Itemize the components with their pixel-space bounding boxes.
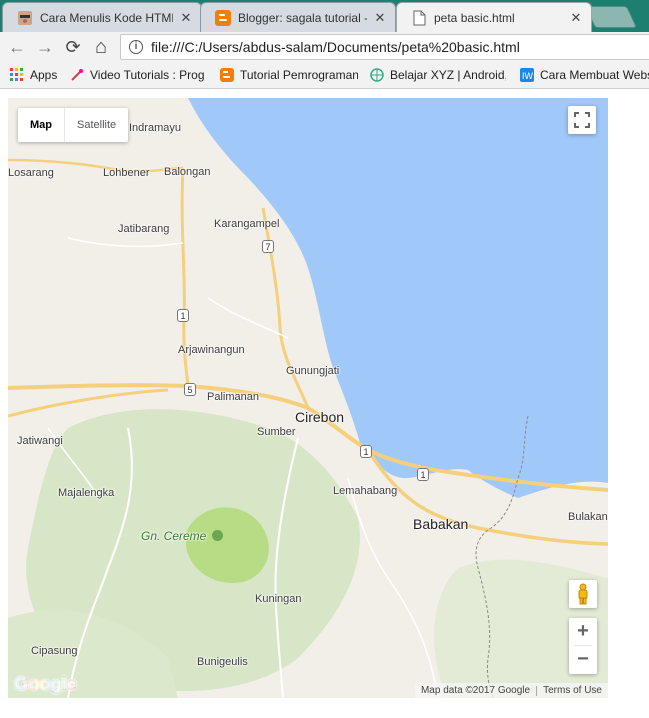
browser-toolbar: ← → ⟳ ⌂ i file:///C:/Users/abdus-salam/D… xyxy=(0,32,649,62)
place-label: Arjawinangun xyxy=(178,344,245,356)
avatar-icon xyxy=(17,10,33,26)
place-label: Kuningan xyxy=(255,593,302,605)
tab-blogger[interactable]: Blogger: sagala tutorial - ✕ xyxy=(200,2,396,32)
tab-peta-basic[interactable]: peta basic.html ✕ xyxy=(396,2,592,32)
google-logo[interactable]: Google xyxy=(14,674,77,696)
bookmark-label: Belajar XYZ | Android, xyxy=(390,68,506,82)
place-label: Balongan xyxy=(164,166,211,178)
road-shield: 1 xyxy=(417,468,429,481)
address-bar[interactable]: i file:///C:/Users/abdus-salam/Documents… xyxy=(120,34,649,60)
close-tab-icon[interactable]: ✕ xyxy=(179,10,193,26)
zoom-in-button[interactable]: + xyxy=(569,618,597,645)
attribution-text: Map data ©2017 Google xyxy=(420,685,531,696)
bookmark-belajar-xyz[interactable]: Belajar XYZ | Android, xyxy=(370,66,506,84)
place-label: Bunigeulis xyxy=(197,656,248,668)
place-label: Lohbener xyxy=(103,167,150,179)
bookmark-label: Cara Membuat Webs xyxy=(540,68,649,82)
road-shield: 5 xyxy=(184,383,196,396)
bookmarks-bar: Apps Video Tutorials : Prog Tutorial Pem… xyxy=(0,62,649,89)
forward-button[interactable]: → xyxy=(34,36,56,58)
zoom-control: + − xyxy=(569,618,597,674)
fullscreen-button[interactable] xyxy=(568,106,596,134)
google-logo-text: Google xyxy=(14,674,77,695)
map-type-control: Map Satellite xyxy=(18,108,129,142)
road-shield: 7 xyxy=(262,240,274,253)
fullscreen-icon xyxy=(574,112,590,128)
svg-text:IW: IW xyxy=(522,71,534,81)
blogger-icon xyxy=(215,9,231,26)
tab-cara-menulis[interactable]: Cara Menulis Kode HTML ✕ xyxy=(2,2,202,32)
road-shield: 1 xyxy=(177,309,189,322)
place-label: Indramayu xyxy=(129,122,181,134)
apps-grid-icon xyxy=(10,68,23,81)
reload-button[interactable]: ⟳ xyxy=(62,36,84,58)
bookmark-label: Apps xyxy=(30,68,58,82)
tab-strip: Cara Menulis Kode HTML ✕ Blogger: sagala… xyxy=(0,0,649,32)
place-label: Jatiwangi xyxy=(17,435,63,447)
tab-title: Blogger: sagala tutorial - xyxy=(238,10,367,25)
place-label: Bulakan xyxy=(568,511,608,523)
road-shield: 1 xyxy=(360,445,372,458)
bookmark-video-tutorials[interactable]: Video Tutorials : Prog xyxy=(70,66,208,84)
peak-label: Gn. Cereme xyxy=(141,529,207,543)
back-button[interactable]: ← xyxy=(6,36,28,58)
blogger-icon xyxy=(220,68,234,82)
map-type-satellite-button[interactable]: Satellite xyxy=(65,108,128,142)
map-attribution: Map data ©2017 Google Terms of Use xyxy=(414,683,608,698)
tab-title: peta basic.html xyxy=(434,10,515,25)
place-label: Karangampel xyxy=(214,218,280,230)
map-canvas[interactable]: Indramayu Losarang Lohbener Balongan Kar… xyxy=(8,98,608,698)
place-label: Jatibarang xyxy=(118,223,170,235)
bookmark-label: Video Tutorials : Prog xyxy=(90,68,205,82)
place-label: Gunungjati xyxy=(286,365,340,377)
attribution-divider xyxy=(536,685,538,696)
place-label: Palimanan xyxy=(207,391,259,403)
place-label: Losarang xyxy=(8,167,54,179)
place-label: Lemahabang xyxy=(333,485,398,497)
place-label: Cirebon xyxy=(295,409,345,425)
mountain-icon xyxy=(212,530,223,541)
bookmark-label: Tutorial Pemrograman xyxy=(240,68,358,82)
globe-icon xyxy=(370,68,384,82)
bookmark-apps[interactable]: Apps xyxy=(10,66,65,84)
bookmark-icon: IW xyxy=(520,68,534,82)
map-tiles xyxy=(8,98,608,698)
video-tutorial-icon xyxy=(71,69,83,81)
pegman-icon xyxy=(578,583,588,605)
street-view-pegman[interactable] xyxy=(569,580,597,608)
home-button[interactable]: ⌂ xyxy=(90,36,112,58)
bookmark-tutorial-pemrograman[interactable]: Tutorial Pemrograman xyxy=(220,66,358,84)
bookmark-cara-membuat[interactable]: IW Cara Membuat Webs xyxy=(520,66,649,84)
map-type-map-button[interactable]: Map xyxy=(18,108,65,142)
page-icon xyxy=(411,10,427,26)
place-label: Majalengka xyxy=(58,487,115,499)
terms-link[interactable]: Terms of Use xyxy=(543,685,602,696)
info-icon[interactable]: i xyxy=(129,40,143,54)
address-url: file:///C:/Users/abdus-salam/Documents/p… xyxy=(151,39,520,55)
zoom-out-button[interactable]: − xyxy=(569,646,597,673)
place-label: Babakan xyxy=(413,516,469,532)
new-tab-button[interactable] xyxy=(584,6,638,28)
tab-title: Cara Menulis Kode HTML xyxy=(40,10,173,25)
place-label: Cipasung xyxy=(31,645,78,657)
close-tab-icon[interactable]: ✕ xyxy=(373,10,387,26)
close-tab-icon[interactable]: ✕ xyxy=(569,10,583,26)
place-label: Sumber xyxy=(257,426,296,438)
